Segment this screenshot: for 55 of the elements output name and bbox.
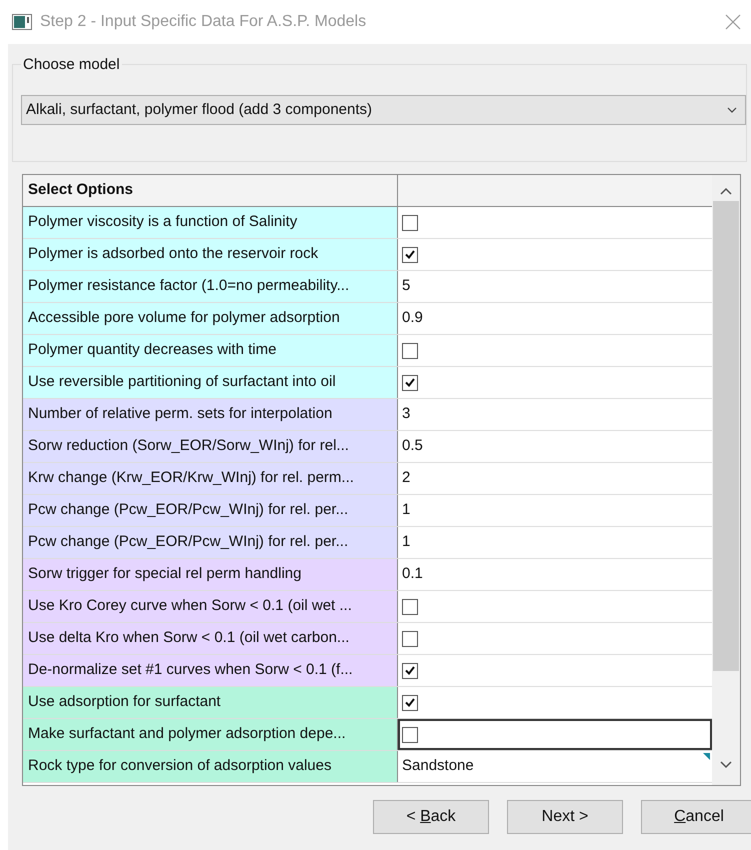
value-text: Sandstone: [402, 756, 474, 776]
wizard-button[interactable]: Cancel: [641, 800, 751, 834]
check-icon: [405, 378, 415, 387]
checkbox[interactable]: [402, 662, 418, 678]
wizard-button[interactable]: Next >: [507, 800, 623, 834]
checkbox[interactable]: [402, 726, 418, 742]
value-text: 0.5: [402, 436, 423, 456]
option-label-cell: Polymer quantity decreases with time: [23, 335, 398, 366]
option-label-cell: Polymer is adsorbed onto the reservoir rock: [23, 239, 398, 270]
option-label-cell: Use delta Kro when Sorw < 0.1 (oil wet carbon...: [23, 623, 398, 654]
scroll-down-icon[interactable]: [720, 761, 732, 769]
checkbox[interactable]: [402, 598, 418, 614]
scroll-up-icon[interactable]: [720, 187, 732, 195]
checkbox[interactable]: [402, 374, 418, 390]
check-icon: [405, 698, 415, 707]
option-label-cell: Accessible pore volume for polymer adsorption: [23, 303, 398, 334]
column-header: Select Options: [23, 175, 398, 206]
value-text: 1: [402, 500, 410, 520]
check-icon: [405, 250, 415, 259]
model-dropdown[interactable]: Alkali, surfactant, polymer flood (add 3 components): [21, 95, 746, 125]
checkbox[interactable]: [402, 214, 418, 230]
option-label-cell: Sorw reduction (Sorw_EOR/Sorw_WInj) for rel...: [23, 431, 398, 462]
option-label-cell: Make surfactant and polymer adsorption depe...: [23, 719, 398, 750]
option-label-cell: Polymer resistance factor (1.0=no permeability...: [23, 271, 398, 302]
option-label-cell: Use adsorption for surfactant: [23, 687, 398, 718]
value-text: 5: [402, 276, 410, 296]
value-text: 1: [402, 532, 410, 552]
chevron-down-icon: [727, 107, 737, 113]
option-label-cell: Use reversible partitioning of surfactant into oil: [23, 367, 398, 398]
option-label-cell: Use Kro Corey curve when Sorw < 0.1 (oil wet ...: [23, 591, 398, 622]
checkbox[interactable]: [402, 630, 418, 646]
value-text: 0.1: [402, 564, 423, 584]
scrollbar-thumb[interactable]: [713, 201, 739, 671]
checkbox[interactable]: [402, 694, 418, 710]
option-label-cell: Pcw change (Pcw_EOR/Pcw_WInj) for rel. per...: [23, 495, 398, 526]
option-label-cell: Pcw change (Pcw_EOR/Pcw_WInj) for rel. per...: [23, 527, 398, 558]
checkbox[interactable]: [402, 246, 418, 262]
app-icon: [12, 14, 32, 30]
value-text: 2: [402, 468, 410, 488]
wizard-button[interactable]: < Back: [373, 800, 489, 834]
value-text: 3: [402, 404, 410, 424]
value-text: 0.9: [402, 308, 423, 328]
option-label-cell: Rock type for conversion of adsorption values: [23, 751, 398, 782]
vertical-scrollbar[interactable]: [712, 175, 740, 785]
option-label-cell: Number of relative perm. sets for interpolation: [23, 399, 398, 430]
option-label-cell: Sorw trigger for special rel perm handling: [23, 559, 398, 590]
check-icon: [405, 666, 415, 675]
option-label-cell: De-normalize set #1 curves when Sorw < 0.1 (f...: [23, 655, 398, 686]
close-icon[interactable]: [725, 14, 741, 30]
dropdown-corner-icon: [703, 753, 710, 760]
option-value-cell[interactable]: [398, 719, 712, 750]
checkbox[interactable]: [402, 342, 418, 358]
option-label-cell: Polymer viscosity is a function of Salinity: [23, 207, 398, 238]
option-label-cell: Krw change (Krw_EOR/Krw_WInj) for rel. perm...: [23, 463, 398, 494]
window-title: Step 2 - Input Specific Data For A.S.P. Models: [40, 12, 368, 32]
